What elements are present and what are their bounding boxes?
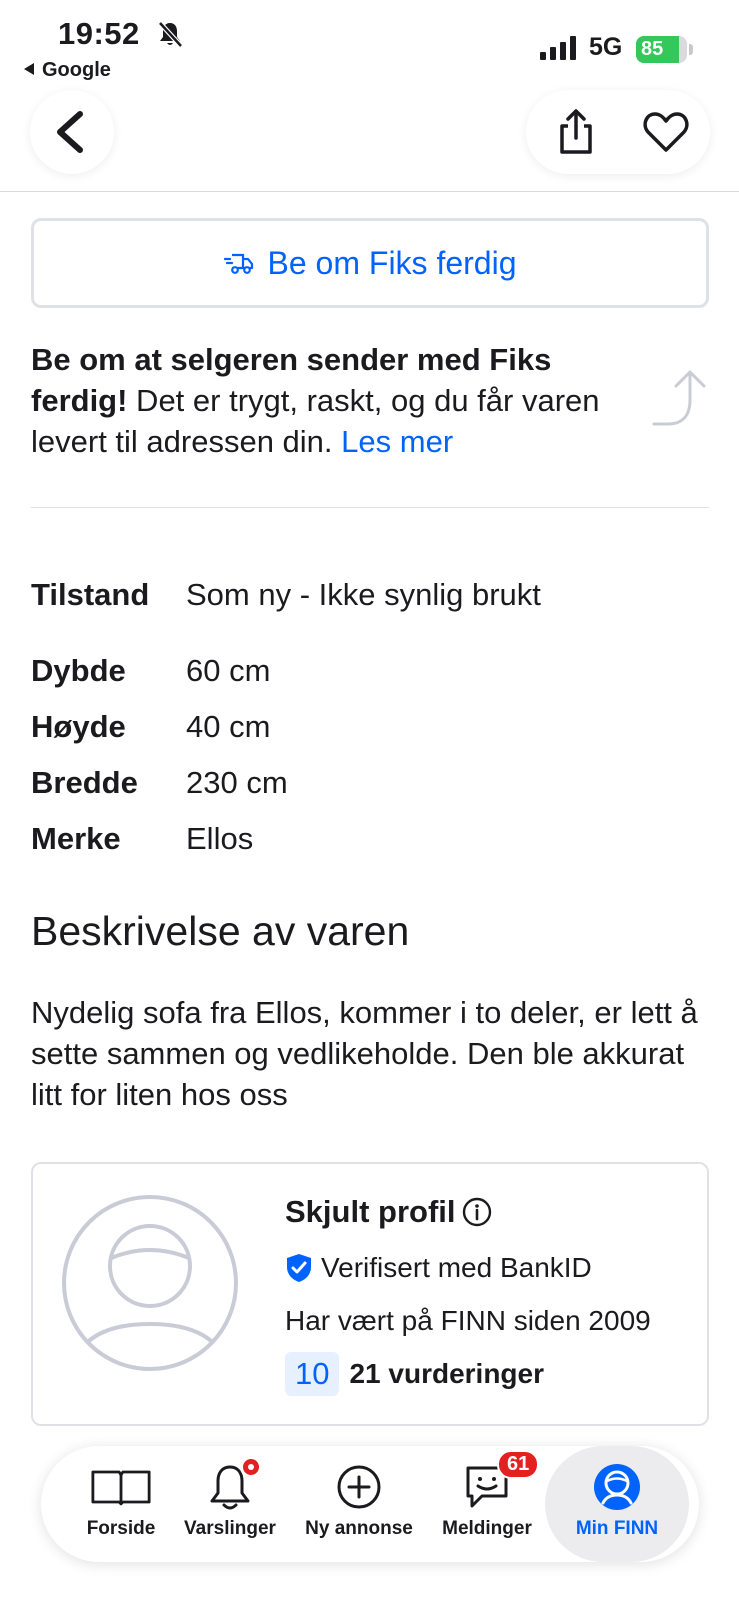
heart-icon[interactable]: [640, 106, 692, 158]
section-divider: [31, 507, 709, 508]
bell-off-icon: [158, 21, 183, 48]
tab-varslinger[interactable]: Varslinger: [175, 1446, 285, 1562]
info-icon[interactable]: [462, 1197, 492, 1227]
header-actions: [526, 90, 710, 174]
tab-ny-annonse[interactable]: Ny annonse: [297, 1446, 421, 1562]
spec-label: Dybde: [31, 653, 126, 688]
tab-label: Min FINN: [575, 1518, 659, 1539]
spec-value: 60 cm: [186, 653, 271, 688]
network-type: 5G: [589, 33, 623, 61]
avatar: [62, 1195, 238, 1371]
battery-cap: [689, 44, 693, 55]
back-to-app-link[interactable]: Google: [24, 59, 111, 82]
description-title: Beskrivelse av varen: [31, 908, 410, 954]
header-divider: [0, 191, 739, 192]
chevron-left-icon: [57, 111, 83, 153]
verified-shield-icon: [287, 1254, 311, 1282]
profile-icon: [594, 1464, 640, 1510]
bottom-tab-bar: Forside Varslinger Ny annonse 61 Melding…: [41, 1446, 699, 1562]
request-fiks-ferdig-button[interactable]: Be om Fiks ferdig: [31, 218, 709, 308]
tab-label: Meldinger: [442, 1518, 532, 1539]
spec-value: Ellos: [186, 821, 254, 856]
tab-forside[interactable]: Forside: [71, 1446, 171, 1562]
plus-circle-icon: [337, 1465, 381, 1509]
share-icon[interactable]: [548, 104, 604, 160]
member-since: Har vært på FINN siden 2009: [285, 1305, 651, 1336]
spec-label: Bredde: [31, 765, 138, 800]
spec-value: 230 cm: [186, 765, 288, 800]
notification-dot: [240, 1456, 262, 1478]
battery-icon: 85: [636, 36, 687, 63]
tab-label: Forside: [86, 1518, 156, 1539]
status-time: 19:52: [58, 16, 140, 51]
tab-meldinger[interactable]: 61 Meldinger: [439, 1446, 540, 1562]
seller-name: Skjult profil: [285, 1194, 492, 1230]
rating-count: 21 vurderinger: [349, 1358, 545, 1389]
back-triangle-icon: [24, 63, 34, 75]
seller-rating[interactable]: 10 21 vurderinger: [285, 1352, 544, 1396]
spec-label: Tilstand: [31, 577, 150, 612]
verified-bankid: Verifisert med BankID: [285, 1252, 592, 1284]
unread-messages-badge: 61: [497, 1450, 540, 1479]
spec-value: 40 cm: [186, 709, 271, 744]
description-body: Nydelig sofa fra Ellos, kommer i to dele…: [31, 995, 698, 1112]
seller-profile-card[interactable]: Skjult profil Verifisert med BankID Har …: [31, 1162, 709, 1426]
spec-label: Merke: [31, 821, 121, 856]
spec-label: Høyde: [31, 709, 126, 744]
battery-level: 85: [641, 38, 664, 60]
rating-score: 10: [285, 1352, 340, 1396]
book-icon: [91, 1470, 151, 1506]
fiks-info-text: Be om at selgeren sender med Fiks ferdig…: [31, 339, 641, 462]
back-button[interactable]: [30, 90, 114, 174]
fiks-button-label: Be om Fiks ferdig: [267, 244, 517, 281]
status-bar: 19:52 Google 5G 85: [0, 0, 739, 88]
spec-value: Som ny - Ikke synlig brukt: [186, 577, 541, 612]
delivery-truck-icon: [223, 253, 253, 274]
curved-arrow-icon: [652, 370, 706, 426]
tab-label: Varslinger: [184, 1518, 276, 1539]
tab-min-finn[interactable]: Min FINN: [545, 1446, 689, 1562]
tab-label: Ny annonse: [305, 1518, 413, 1539]
read-more-link[interactable]: Les mer: [341, 424, 453, 459]
